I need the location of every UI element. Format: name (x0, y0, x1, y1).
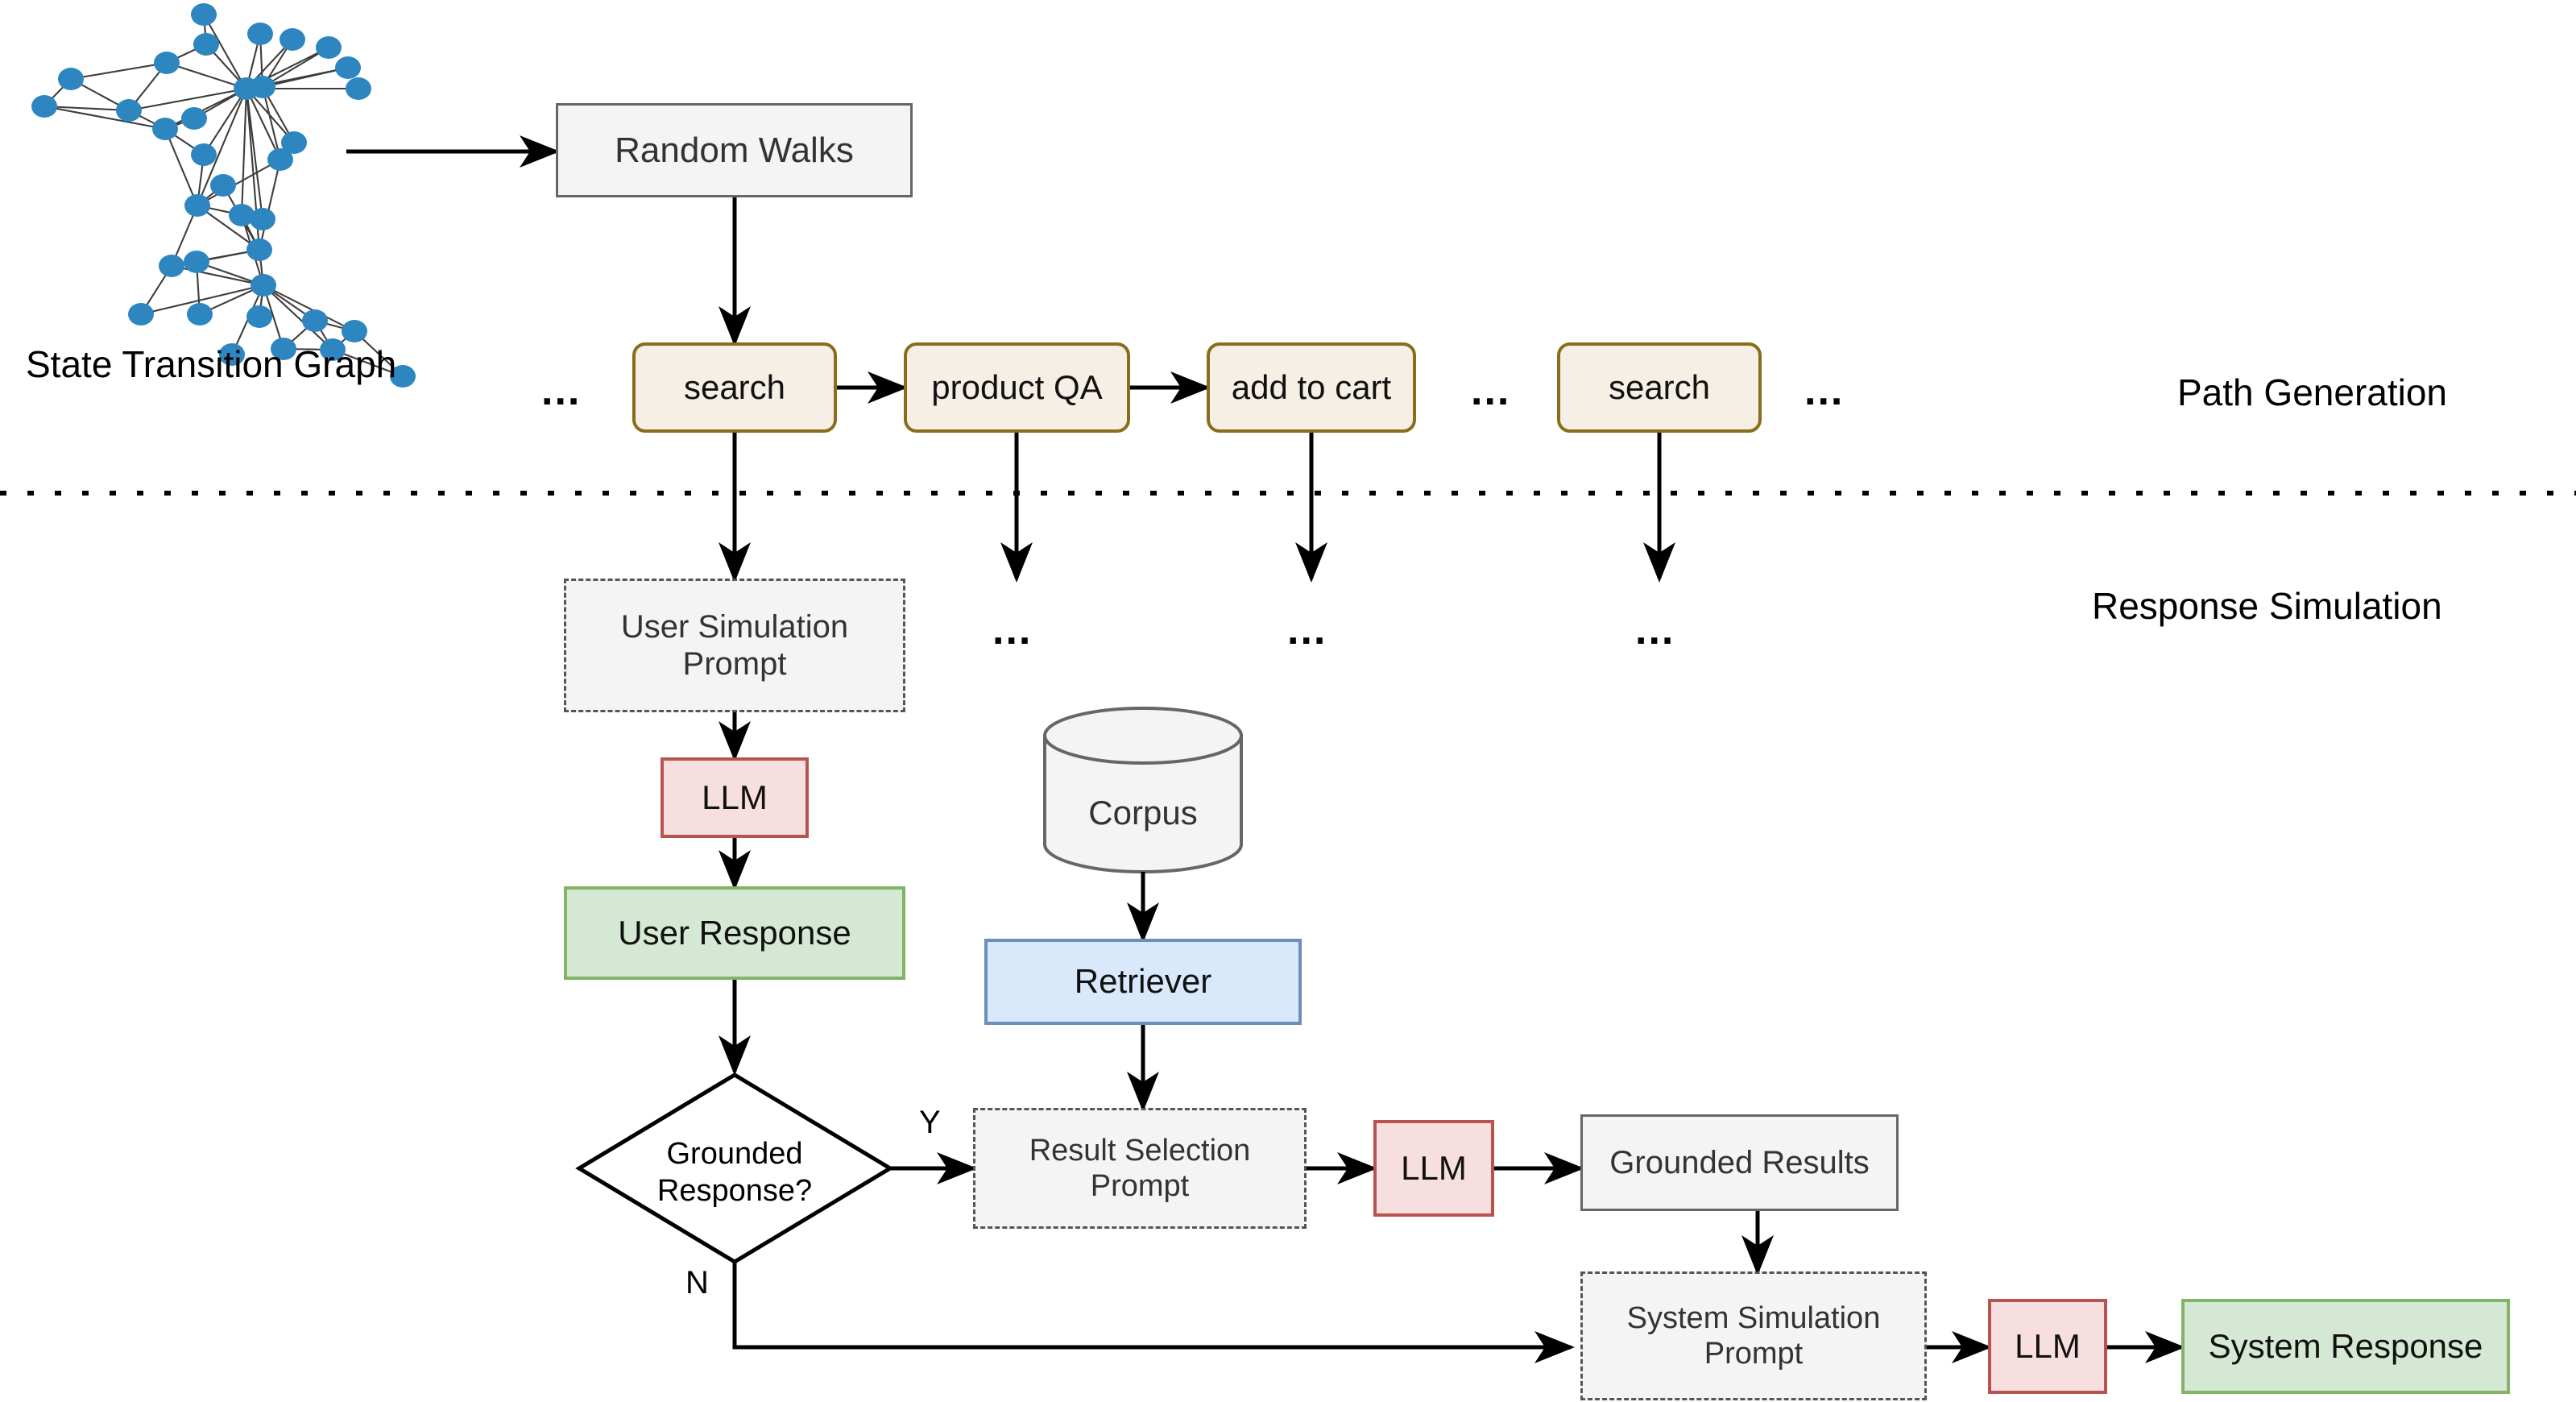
user-simulation-prompt-line-2: Prompt (682, 646, 787, 682)
random-walks-label: Random Walks (615, 130, 854, 170)
decision-line-2: Response? (656, 1173, 813, 1208)
path-node-label: search (683, 367, 786, 406)
llm-user-label: LLM (702, 778, 768, 816)
result-selection-prompt-line-1: Result Selection (1029, 1133, 1251, 1168)
path-trailing-ellipsis: ... (1804, 367, 1845, 414)
path-node-add-to-cart[interactable]: add to cart (1207, 342, 1416, 433)
response-sim-ellipsis-2: ... (1287, 607, 1327, 653)
user-response-box[interactable]: User Response (564, 886, 905, 980)
path-node-search-1[interactable]: search (632, 342, 837, 433)
random-walks-box[interactable]: Random Walks (556, 103, 913, 197)
llm-system-box[interactable]: LLM (1988, 1299, 2107, 1394)
system-response-box[interactable]: System Response (2181, 1299, 2510, 1394)
path-middle-ellipsis: ... (1471, 367, 1511, 414)
system-response-label: System Response (2208, 1326, 2483, 1365)
state-transition-graph-nodes (31, 3, 416, 388)
user-simulation-prompt-box[interactable]: User Simulation Prompt (564, 579, 905, 712)
path-node-product-qa[interactable]: product QA (904, 342, 1130, 433)
path-node-search-2[interactable]: search (1557, 342, 1762, 433)
system-simulation-prompt-box[interactable]: System Simulation Prompt (1580, 1271, 1927, 1400)
system-simulation-prompt-line-1: System Simulation (1626, 1300, 1881, 1335)
llm-result-label: LLM (1401, 1148, 1467, 1187)
path-node-label: product QA (931, 367, 1103, 406)
stage-label-response-simulation: Response Simulation (2092, 585, 2442, 627)
decision-yes-label: Y (919, 1105, 941, 1140)
decision-line-1: Grounded (666, 1137, 803, 1171)
grounded-results-box[interactable]: Grounded Results (1580, 1114, 1899, 1211)
decision-diamond-label: Grounded Response? (579, 1136, 890, 1209)
stage-label-path-generation: Path Generation (2177, 371, 2448, 413)
result-selection-prompt-box[interactable]: Result Selection Prompt (973, 1108, 1307, 1229)
response-sim-ellipsis-3: ... (1635, 607, 1675, 653)
path-node-label: add to cart (1231, 367, 1392, 406)
path-leading-ellipsis: ... (541, 367, 582, 414)
retriever-label: Retriever (1074, 962, 1212, 1001)
path-node-label: search (1608, 367, 1711, 406)
corpus-cylinder (1043, 707, 1243, 873)
response-sim-ellipsis-1: ... (992, 607, 1033, 653)
llm-user-box[interactable]: LLM (661, 757, 809, 838)
diagram-canvas: State Transition Graph Random Walks ... … (0, 0, 2576, 1402)
retriever-box[interactable]: Retriever (984, 939, 1302, 1025)
user-response-label: User Response (618, 913, 851, 952)
user-simulation-prompt-line-1: User Simulation (620, 608, 849, 645)
llm-result-box[interactable]: LLM (1373, 1120, 1494, 1217)
grounded-results-label: Grounded Results (1609, 1144, 1870, 1180)
decision-no-label: N (685, 1265, 709, 1300)
system-simulation-prompt-line-2: Prompt (1704, 1337, 1804, 1371)
state-transition-graph-caption: State Transition Graph (26, 343, 397, 385)
llm-system-label: LLM (2015, 1326, 2081, 1365)
corpus-label: Corpus (1088, 794, 1198, 832)
result-selection-prompt-line-2: Prompt (1090, 1169, 1190, 1203)
